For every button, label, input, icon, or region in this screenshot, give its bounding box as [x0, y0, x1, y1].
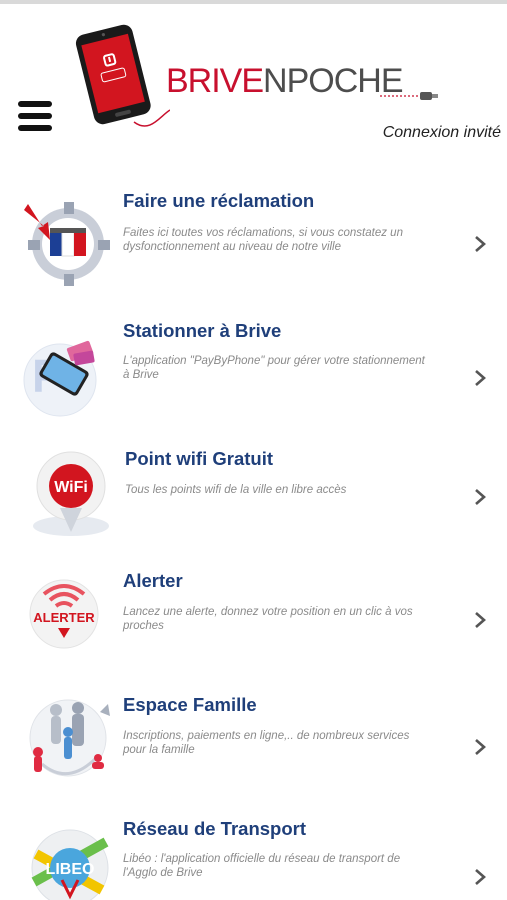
brand-wordmark: BRIVENPOCHE [166, 62, 404, 101]
list-item-transport[interactable]: LIBEO Réseau de Transport Libéo : l'appl… [0, 818, 507, 900]
item-title: Point wifi Gratuit [125, 448, 273, 469]
list-item-alert[interactable]: ALERTER Alerter Lancez une alerte, donne… [0, 570, 507, 690]
libeo-transport-icon: LIBEO [26, 824, 118, 900]
svg-text:ALERTER: ALERTER [33, 610, 95, 625]
item-title: Stationner à Brive [123, 320, 282, 341]
alert-signal-icon: ALERTER [28, 570, 120, 662]
menu-bar-line [18, 101, 52, 107]
item-description: Libéo : l'application officielle du rése… [123, 853, 401, 879]
svg-text:LIBEO: LIBEO [46, 861, 95, 878]
item-description: Faites ici toutes vos réclamations, si v… [123, 227, 403, 253]
menu-bar-line [18, 113, 52, 119]
parking-phone-icon: P [20, 330, 112, 422]
item-title: Espace Famille [123, 694, 257, 715]
item-title: Faire une réclamation [123, 190, 315, 211]
complaint-gear-icon [20, 198, 112, 290]
status-bar [0, 0, 507, 4]
chevron-right-icon [475, 612, 486, 628]
item-title: Alerter [123, 570, 183, 591]
wifi-pin-icon: WiFi [28, 448, 120, 540]
item-description: Tous les points wifi de la ville en libr… [125, 484, 347, 496]
item-description: Inscriptions, paiements en ligne,.. de n… [123, 730, 410, 756]
guest-login-link[interactable]: Connexion invité [383, 124, 501, 142]
list-item-wifi[interactable]: WiFi Point wifi Gratuit Tous les points … [0, 448, 507, 568]
brand-part-brive: BRIVE [166, 62, 264, 100]
chevron-right-icon [475, 869, 486, 885]
family-icon [22, 694, 114, 786]
item-description: L'application "PayByPhone" pour gérer vo… [123, 355, 425, 381]
hamburger-menu-icon[interactable] [18, 101, 52, 131]
chevron-right-icon [475, 489, 486, 505]
cable-plug-icon [380, 92, 438, 100]
chevron-right-icon [475, 370, 486, 386]
item-description: Lancez une alerte, donnez votre position… [123, 606, 413, 632]
svg-text:WiFi: WiFi [54, 479, 88, 496]
list-item-complaint[interactable]: Faire une réclamation Faites ici toutes … [0, 190, 507, 310]
list-item-family[interactable]: Espace Famille Inscriptions, paiements e… [0, 694, 507, 814]
phone-logo-icon [75, 24, 171, 127]
item-title: Réseau de Transport [123, 818, 307, 839]
app-logo: BRIVENPOCHE [70, 18, 507, 133]
list-item-parking[interactable]: P Stationner à Brive L'application "PayB… [0, 320, 507, 440]
chevron-right-icon [475, 236, 486, 252]
chevron-right-icon [475, 739, 486, 755]
menu-bar-line [18, 125, 52, 131]
